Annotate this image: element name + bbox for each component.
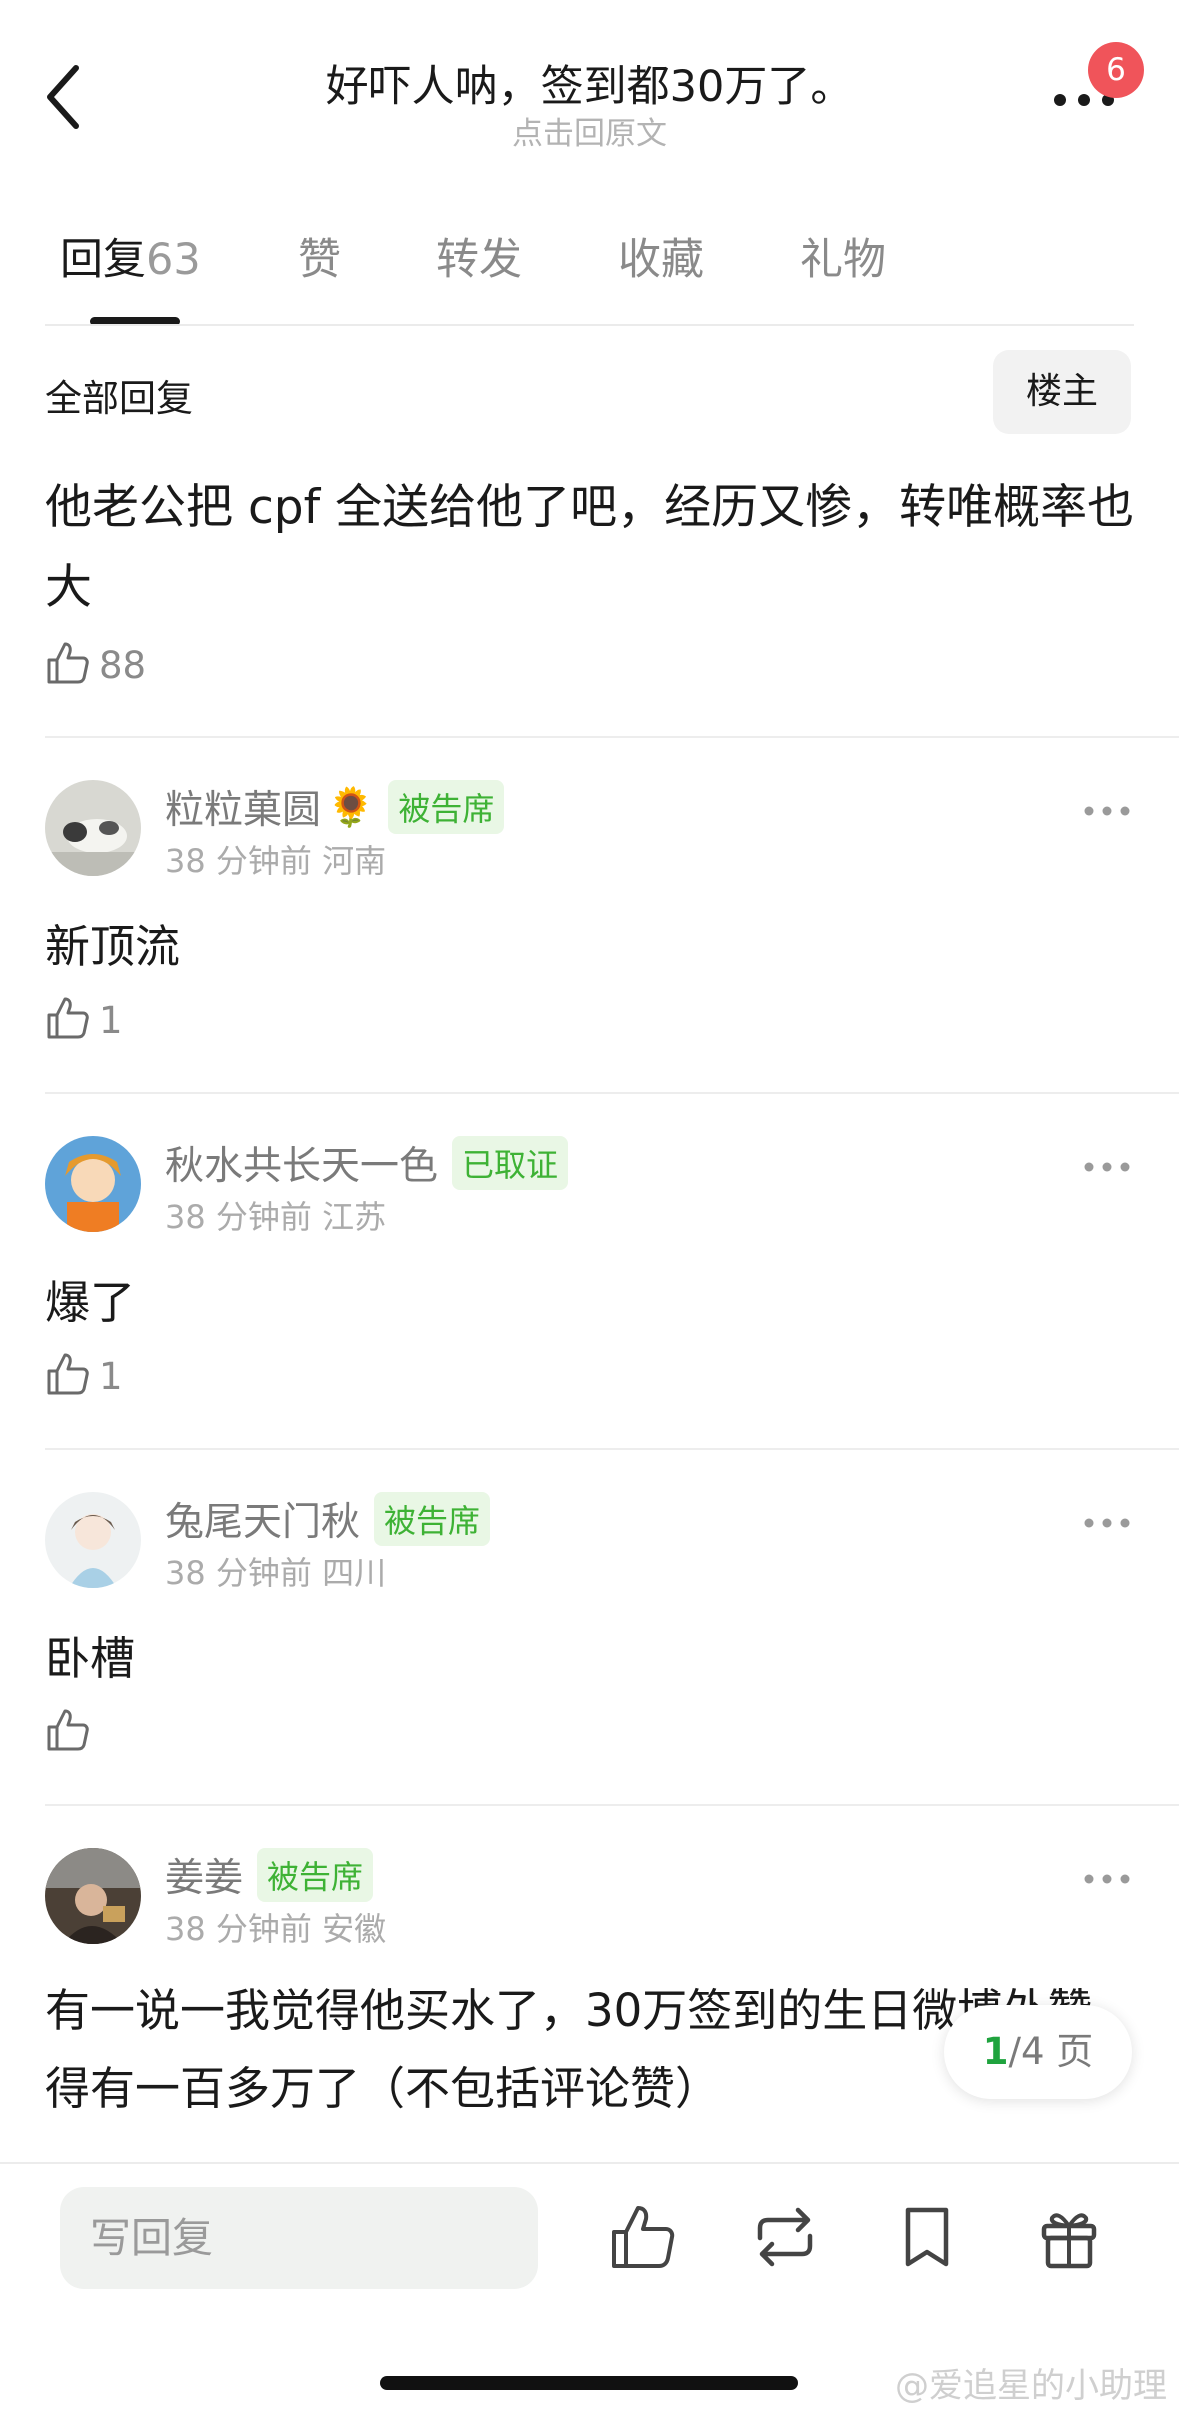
- comment-location: 安徽: [322, 1910, 387, 1948]
- tab-favorites[interactable]: 收藏: [618, 225, 704, 287]
- comment-meta: 38 分钟前 江苏: [165, 1192, 386, 1238]
- comment-like-button[interactable]: 1: [45, 995, 123, 1045]
- post-like-button[interactable]: 88: [45, 640, 146, 690]
- sunflower-icon: 🌻: [327, 784, 375, 829]
- username[interactable]: 姜姜: [165, 1848, 243, 1903]
- gift-icon[interactable]: [1034, 2202, 1104, 2272]
- comment-location: 江苏: [322, 1198, 387, 1236]
- thumbs-up-icon: [45, 1351, 91, 1401]
- tab-likes[interactable]: 赞: [298, 225, 341, 287]
- avatar[interactable]: [45, 1848, 141, 1944]
- username[interactable]: 秋水共长天一色: [165, 1135, 438, 1191]
- tab-gifts[interactable]: 礼物: [800, 225, 886, 287]
- avatar[interactable]: [45, 1492, 141, 1588]
- username[interactable]: 粒粒菓圆: [165, 779, 321, 835]
- divider: [45, 1804, 1179, 1806]
- thumbs-up-icon: [45, 640, 91, 690]
- page-title[interactable]: 好吓人呐，签到都30万了。: [0, 52, 1179, 114]
- more-options-icon[interactable]: [1083, 1514, 1131, 1533]
- back-to-original-link[interactable]: 点击回原文: [0, 108, 1179, 153]
- username-row: 姜姜 被告席: [165, 1848, 374, 1903]
- username-row: 秋水共长天一色 已取证: [165, 1135, 569, 1191]
- divider: [45, 736, 1179, 738]
- comment-text: 新顶流: [45, 920, 181, 973]
- comment-meta: 38 分钟前 四川: [165, 1548, 386, 1594]
- user-tag: 被告席: [257, 1848, 374, 1902]
- user-tag: 被告席: [388, 780, 505, 834]
- comment-text: 卧槽: [45, 1632, 136, 1685]
- comment-like-count: 1: [99, 998, 123, 1042]
- user-tag: 已取证: [452, 1136, 569, 1190]
- user-tag: 被告席: [374, 1492, 491, 1546]
- comment-time: 38 分钟前: [165, 1910, 312, 1948]
- home-indicator: [380, 2376, 798, 2390]
- thumbs-up-icon: [45, 1707, 91, 1757]
- username[interactable]: 兔尾天门秋: [165, 1491, 360, 1547]
- comment-text: 爆了: [45, 1276, 136, 1329]
- like-icon[interactable]: [608, 2202, 678, 2272]
- comment-like-button[interactable]: 1: [45, 1351, 123, 1401]
- total-pages: /4 页: [1008, 2030, 1094, 2073]
- comment-item: 秋水共长天一色 已取证 38 分钟前 江苏 爆了 1: [0, 1136, 1179, 1456]
- divider: [45, 1092, 1179, 1094]
- comment-time: 38 分钟前: [165, 842, 312, 880]
- pagination-indicator[interactable]: 1/4 页: [944, 2005, 1132, 2099]
- comment-location: 四川: [322, 1554, 387, 1592]
- all-replies-filter[interactable]: 全部回复: [45, 368, 193, 422]
- comment-location: 河南: [322, 842, 387, 880]
- notification-badge: 6: [1088, 42, 1144, 98]
- bookmark-icon[interactable]: [892, 2202, 962, 2272]
- owner-only-button[interactable]: 楼主: [993, 350, 1131, 434]
- more-options-icon[interactable]: [1083, 802, 1131, 821]
- tab-reposts[interactable]: 转发: [436, 225, 522, 287]
- thumbs-up-icon: [45, 995, 91, 1045]
- tab-replies-count: 63: [146, 235, 201, 285]
- repost-icon[interactable]: [750, 2202, 820, 2272]
- comment-time: 38 分钟前: [165, 1554, 312, 1592]
- comment-like-button[interactable]: [45, 1707, 99, 1757]
- post-like-count: 88: [99, 643, 147, 687]
- comment-item: 粒粒菓圆 🌻 被告席 38 分钟前 河南 新顶流 1: [0, 780, 1179, 1100]
- header-bar: 好吓人呐，签到都30万了。 点击回原文 6: [0, 0, 1179, 170]
- username-row: 兔尾天门秋 被告席: [165, 1491, 491, 1547]
- more-options-icon[interactable]: [1083, 1870, 1131, 1889]
- comment-time: 38 分钟前: [165, 1198, 312, 1236]
- comment-item: 兔尾天门秋 被告席 38 分钟前 四川 卧槽: [0, 1492, 1179, 1812]
- tab-bar: 回复63 赞 转发 收藏 礼物: [0, 225, 1179, 326]
- reply-input[interactable]: [60, 2187, 538, 2289]
- more-options-icon[interactable]: [1083, 1158, 1131, 1177]
- current-page: 1: [982, 2030, 1009, 2073]
- weibo-watermark: @爱追星的小助理: [895, 2366, 1167, 2406]
- tab-replies-label: 回复: [60, 235, 146, 285]
- avatar[interactable]: [45, 1136, 141, 1232]
- post-content: 他老公把 cpf 全送给他了吧，经历又惨，转唯概率也大: [45, 480, 1135, 615]
- comment-like-count: 1: [99, 1354, 123, 1398]
- tab-replies[interactable]: 回复63: [60, 225, 201, 287]
- comment-meta: 38 分钟前 河南: [165, 836, 386, 882]
- divider: [45, 324, 1134, 326]
- avatar[interactable]: [45, 780, 141, 876]
- divider: [45, 1448, 1179, 1450]
- comment-meta: 38 分钟前 安徽: [165, 1904, 386, 1950]
- username-row: 粒粒菓圆 🌻 被告席: [165, 779, 505, 835]
